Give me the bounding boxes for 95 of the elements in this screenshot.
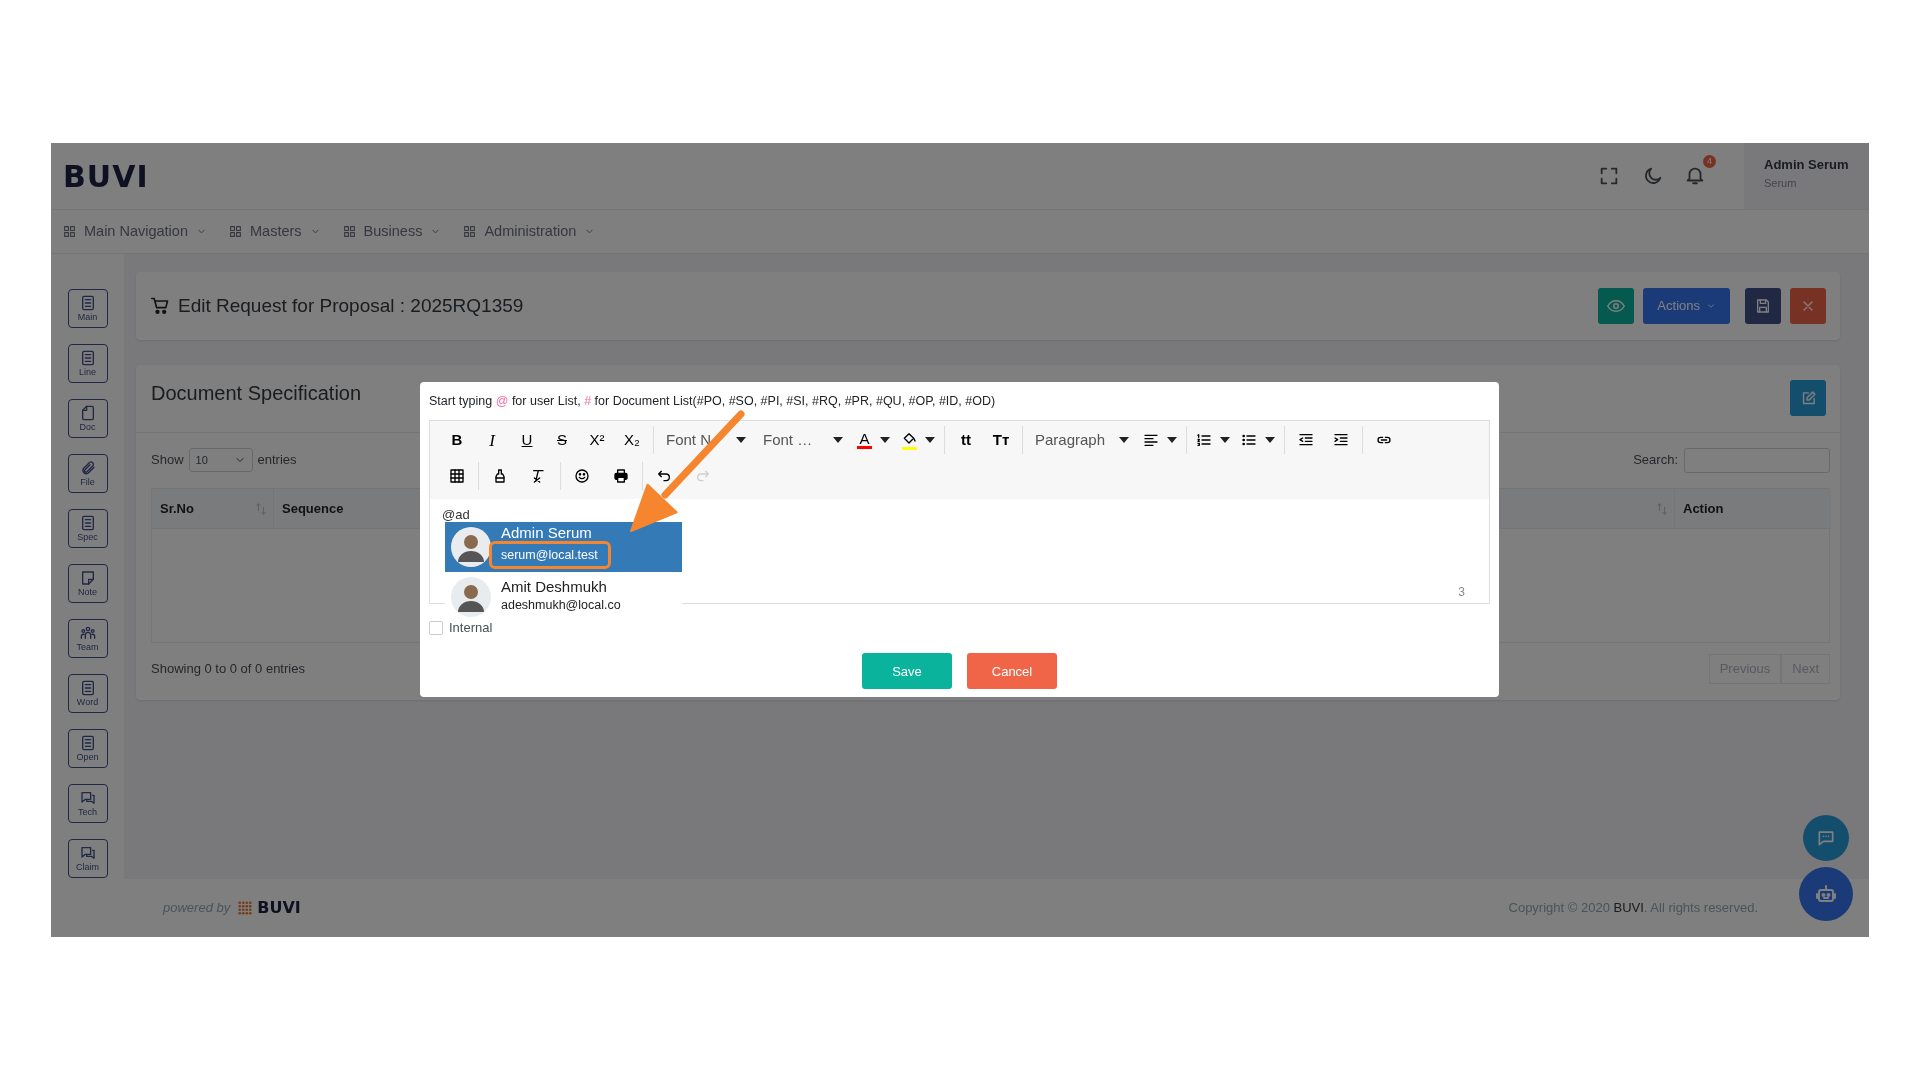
grid-icon [342,225,356,238]
caret-icon [1265,437,1276,444]
nav-menu-item[interactable]: Business [342,220,442,243]
mention-hint: Start typing @ for user List, # for Document List(#PO, #SO, #PI, #SI, #RQ, #PR, #QU, #OP, #ID, #OD) [429,393,997,410]
caret-icon [925,437,935,444]
search-label: Search: [1633,451,1678,470]
notification-count: 4 [1703,155,1716,168]
underline-button[interactable]: U [512,426,542,455]
cancel-button[interactable]: Cancel [967,653,1057,690]
sidebar-button[interactable]: Open [67,729,108,768]
document-icon [79,295,96,311]
user-email: adeshmukh@local.co [501,596,621,614]
entries-summary: Showing 0 to 0 of 0 entries [151,660,305,679]
footer-logo: BUVI [257,897,301,919]
document-icon [79,515,96,531]
nav-menu-item[interactable]: Main Navigation [63,220,207,243]
caret-icon [1167,437,1178,444]
caret-icon [1119,437,1130,444]
chat-icon [1816,828,1836,848]
moon-icon [1642,165,1664,187]
text-color-button[interactable]: A [854,426,893,455]
save-button[interactable]: Save [862,653,952,690]
chat-icon [79,790,96,806]
italic-button[interactable]: I [477,426,507,455]
table-grid-icon [449,467,465,484]
paint-brush-icon [492,467,508,484]
eye-icon [1607,297,1626,315]
smiley-icon [574,467,590,484]
user-name: Amit Deshmukh [501,579,608,596]
assistant-button[interactable] [1799,867,1853,921]
sidebar-button[interactable]: Spec [67,509,108,548]
paperclip-icon [79,460,96,476]
caret-icon [1220,437,1231,444]
caret-icon [736,437,746,444]
bold-button[interactable]: B [442,426,472,455]
note-icon [79,570,96,586]
actions-button[interactable]: Actions [1643,288,1730,324]
column-header[interactable]: Sr.No [152,489,273,529]
sidebar-button[interactable]: Claim [67,839,108,878]
sidebar-button[interactable]: Word [67,674,108,713]
font-size-button[interactable]: Tᴛ [986,426,1016,455]
avatar-icon [451,527,491,567]
sub-button[interactable]: X₂ [617,426,647,455]
caret-icon [880,437,890,444]
caret-icon [833,437,843,444]
avatar-icon [451,577,491,617]
align-left-icon [1143,432,1160,449]
sort-arrows-icon [255,500,267,517]
people-icon [79,625,96,641]
dot-grid-logo-icon [238,901,253,915]
sidebar-button[interactable]: Note [67,564,108,603]
chevron-down-icon [1706,301,1716,311]
sidebar-button[interactable]: Tech [67,784,108,823]
user-name: Admin Serum [1764,156,1850,174]
card-title: Document Specification [151,381,362,406]
dropdown-select[interactable]: Paragraph [1029,426,1136,455]
document-icon [79,405,96,421]
numbered-list-icon [1196,432,1213,449]
page-size-select[interactable]: 10 [188,448,253,472]
search-field[interactable] [1684,447,1830,473]
document-icon [79,350,96,366]
document-icon [79,680,96,696]
sidebar-button[interactable]: Line [67,344,108,383]
logo: BUVI [63,157,149,196]
cart-icon [150,296,170,316]
column-header[interactable]: Action [1674,489,1831,529]
mention-option[interactable]: Admin Serum serum@local.test [445,522,682,572]
sup-button[interactable]: X² [582,426,612,455]
fullscreen-icon [1598,165,1620,187]
grid-icon [229,225,242,238]
sidebar-button[interactable]: Doc [67,399,108,438]
nav-menu-item[interactable]: Masters [229,220,321,243]
entries-label: entries [257,451,297,470]
document-icon [79,735,96,751]
font-size-button[interactable]: tt [951,426,981,455]
sidebar-button[interactable]: Team [67,619,108,658]
dropdown-select[interactable]: Font … [757,426,849,455]
word-count: 3 [1458,583,1465,601]
save-button[interactable] [1745,288,1781,324]
sidebar-button[interactable]: File [67,454,108,493]
editor-text: @ad [442,506,470,522]
nav-menu-item[interactable]: Administration [463,220,596,243]
sidebar-button[interactable]: Main [67,289,108,328]
sort-arrows-icon [1656,500,1668,517]
grid-icon [63,225,76,238]
grid-icon [463,225,477,238]
show-label: Show [151,451,184,470]
page-title: Edit Request for Proposal : 2025RQ1359 [178,293,524,318]
user-name: Admin Serum [501,524,593,542]
internal-checkbox[interactable] [429,620,443,635]
user-email: serum@local.test [501,548,598,563]
clear-formatting-icon [531,467,547,484]
strike-button[interactable]: S [547,426,577,455]
chat-icon [79,845,96,861]
printer-icon [613,467,629,484]
